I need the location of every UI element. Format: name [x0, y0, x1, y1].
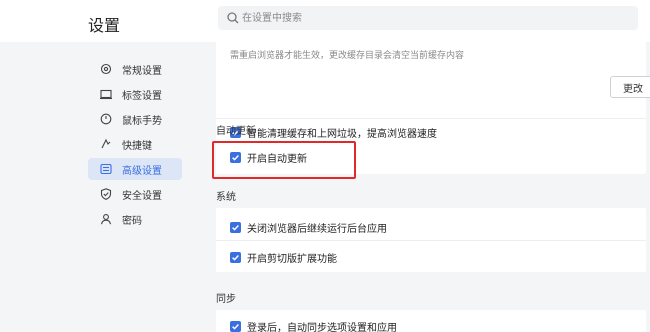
top-bar: 设置: [0, 0, 650, 42]
section-title-auto-update: 自动更新: [216, 126, 256, 137]
search-input[interactable]: [242, 10, 622, 26]
system-card: 关闭浏览器后继续运行后台应用 开启剪切版扩展功能: [216, 208, 646, 272]
divider: [216, 118, 646, 119]
sidebar-item-label: 快捷键: [122, 140, 152, 152]
sidebar-item-tabs[interactable]: 标签设置: [88, 83, 182, 105]
sidebar-item-general[interactable]: 常规设置: [88, 58, 182, 80]
option-label: 关闭浏览器后继续运行后台应用: [247, 223, 387, 235]
sidebar-item-passwords[interactable]: 密码: [88, 208, 182, 230]
section-title-system: 系统: [216, 192, 236, 203]
search-box[interactable]: [218, 6, 638, 30]
settings-content: 需重启浏览器才能生效，更改缓存目录会清空当前缓存内容 更改 智能清理缓存和上网垃…: [196, 42, 650, 332]
tab-icon: [99, 87, 113, 101]
sidebar: 常规设置 标签设置 鼠标手势 快捷键 高级设置 安全设置 密码: [0, 42, 196, 332]
sidebar-item-security[interactable]: 安全设置: [88, 183, 182, 205]
shield-icon: [99, 187, 113, 201]
sidebar-item-shortcuts[interactable]: 快捷键: [88, 133, 182, 155]
checkbox-checked[interactable]: [230, 251, 241, 263]
user-icon: [99, 212, 113, 226]
sidebar-item-mouse-gestures[interactable]: 鼠标手势: [88, 108, 182, 130]
search-icon: [227, 12, 239, 24]
divider: [216, 240, 646, 241]
option-label: 登录后，自动同步选项设置和应用: [247, 322, 397, 332]
checkbox-checked[interactable]: [230, 221, 241, 233]
cache-hint: 需重启浏览器才能生效，更改缓存目录会清空当前缓存内容: [230, 51, 465, 61]
login-sync-option[interactable]: 登录后，自动同步选项设置和应用: [230, 319, 397, 332]
sidebar-item-label: 常规设置: [122, 65, 162, 77]
change-cache-button[interactable]: 更改: [610, 76, 650, 98]
clipboard-extension-option[interactable]: 开启剪切版扩展功能: [230, 250, 337, 265]
page-title: 设置: [88, 16, 121, 35]
keyboard-icon: [99, 137, 113, 151]
background-apps-option[interactable]: 关闭浏览器后继续运行后台应用: [230, 220, 387, 235]
option-label: 智能清理缓存和上网垃圾，提高浏览器速度: [247, 128, 437, 140]
cache-settings-card: 需重启浏览器才能生效，更改缓存目录会清空当前缓存内容 更改 智能清理缓存和上网垃…: [216, 42, 650, 146]
checkbox-checked[interactable]: [230, 320, 241, 332]
sidebar-item-advanced[interactable]: 高级设置: [88, 158, 182, 180]
option-label: 开启剪切版扩展功能: [247, 253, 337, 265]
sync-card: 登录后，自动同步选项设置和应用: [216, 310, 646, 332]
sidebar-item-label: 高级设置: [122, 165, 162, 177]
sidebar-item-label: 安全设置: [122, 190, 162, 202]
sidebar-item-label: 标签设置: [122, 90, 162, 102]
sidebar-item-label: 鼠标手势: [122, 115, 162, 127]
highlight-annotation: [212, 141, 356, 179]
gear-icon: [99, 62, 113, 76]
section-title-sync: 同步: [216, 294, 236, 305]
cache-path-row: [230, 42, 530, 46]
mouse-icon: [99, 112, 113, 126]
smart-clean-option[interactable]: 智能清理缓存和上网垃圾，提高浏览器速度: [230, 125, 437, 140]
sidebar-item-label: 密码: [122, 215, 142, 227]
advanced-icon: [99, 162, 113, 176]
